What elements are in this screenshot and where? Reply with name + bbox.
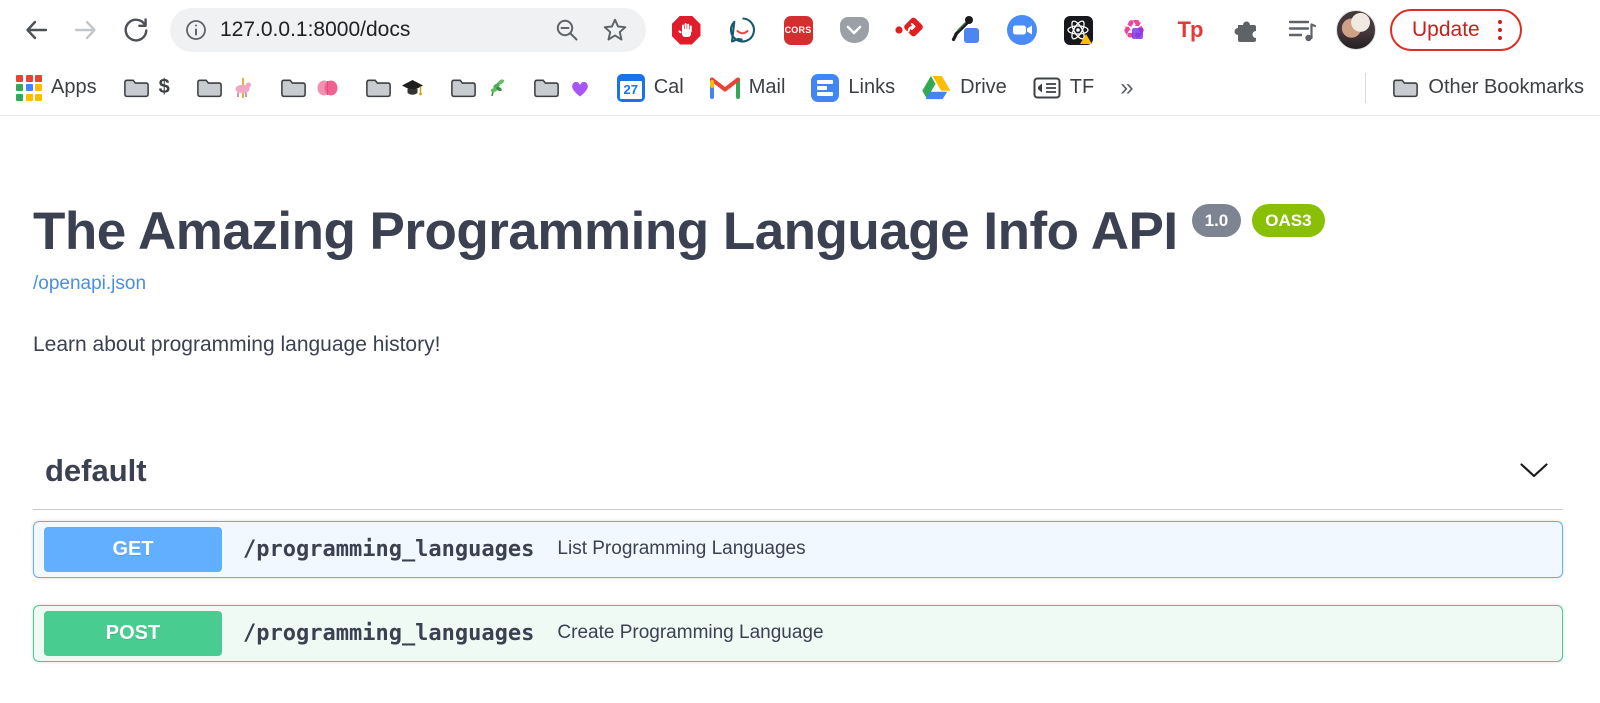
video-camera-icon xyxy=(1006,14,1038,46)
eyedropper-icon xyxy=(951,15,981,45)
diamond-arrow-icon xyxy=(894,15,926,45)
post-method-badge[interactable]: POST xyxy=(44,611,222,656)
tf-favicon xyxy=(1033,77,1061,99)
warning-triangle-icon xyxy=(1080,34,1092,44)
folder-icon xyxy=(280,77,307,98)
carousel-horse-emoji xyxy=(232,77,254,99)
brain-emoji xyxy=(316,78,339,98)
browser-menu-kebab-icon[interactable] xyxy=(1494,16,1507,45)
endpoint-row-get[interactable]: GET /programming_languages List Programm… xyxy=(33,521,1563,578)
version-badge: 1.0 xyxy=(1192,204,1242,237)
zoom-extension-icon[interactable] xyxy=(1006,14,1038,46)
bookmark-folder-graduation[interactable] xyxy=(365,77,424,98)
browser-toolbar: 127.0.0.1:8000/docs xyxy=(0,0,1600,60)
reload-icon xyxy=(122,16,150,44)
forward-button[interactable] xyxy=(64,8,108,52)
bookmark-tf[interactable]: TF xyxy=(1033,76,1094,99)
google-drive-icon xyxy=(921,74,951,101)
openapi-spec-link[interactable]: /openapi.json xyxy=(33,273,146,295)
stop-hand-icon xyxy=(672,16,701,45)
puzzle-piece-icon xyxy=(1232,16,1260,44)
atom-icon xyxy=(1064,16,1093,45)
extensions-puzzle-button[interactable] xyxy=(1230,14,1262,46)
apps-grid-icon xyxy=(16,75,42,101)
recycle-extension-icon[interactable]: ♻ xyxy=(1118,14,1150,46)
get-method-badge[interactable]: GET xyxy=(44,527,222,572)
bookmark-calendar[interactable]: 27 Cal xyxy=(617,74,684,102)
bookmark-links[interactable]: Links xyxy=(811,74,895,102)
oas3-badge: OAS3 xyxy=(1252,204,1324,237)
cors-extension-icon[interactable]: CORS xyxy=(782,14,814,46)
color-eyedropper-extension-icon[interactable] xyxy=(950,14,982,46)
profile-avatar[interactable] xyxy=(1336,10,1376,50)
bookmark-drive[interactable]: Drive xyxy=(921,74,1007,101)
bookmark-folder-purple-heart[interactable] xyxy=(533,77,591,98)
tag-name: default xyxy=(45,453,147,489)
folder-icon xyxy=(123,77,150,98)
tp-extension-icon[interactable]: Tp xyxy=(1174,14,1206,46)
page-title: The Amazing Programming Language Info AP… xyxy=(33,202,1178,263)
media-playlist-button[interactable] xyxy=(1286,14,1318,46)
folder-icon xyxy=(533,77,560,98)
links-list-icon xyxy=(811,74,839,102)
back-button[interactable] xyxy=(14,8,58,52)
chevron-down-icon[interactable] xyxy=(1519,462,1549,479)
pocket-extension-icon[interactable] xyxy=(838,14,870,46)
red-share-extension-icon[interactable] xyxy=(894,14,926,46)
forward-arrow-icon xyxy=(73,17,99,43)
adblock-extension-icon[interactable] xyxy=(670,14,702,46)
extensions-row: CORS xyxy=(670,14,1318,46)
react-devtools-extension-icon[interactable] xyxy=(1062,14,1094,46)
page-info-icon[interactable] xyxy=(184,18,208,42)
bookmarks-divider xyxy=(1365,73,1366,103)
other-bookmarks[interactable]: Other Bookmarks xyxy=(1392,76,1584,99)
folder-icon xyxy=(1392,77,1419,98)
api-description: Learn about programming language history… xyxy=(33,333,1563,357)
pocket-chevron-icon xyxy=(840,17,869,43)
update-label: Update xyxy=(1412,18,1480,42)
endpoint-path: /programming_languages xyxy=(243,537,534,562)
address-bar[interactable]: 127.0.0.1:8000/docs xyxy=(170,8,646,52)
api-badges: 1.0 OAS3 xyxy=(1192,204,1325,237)
bookmark-folder-brain[interactable] xyxy=(280,77,339,98)
bookmarks-bar: Apps $ xyxy=(0,60,1600,116)
purple-heart-emoji xyxy=(569,77,591,98)
bookmark-apps[interactable]: Apps xyxy=(16,75,97,101)
zoom-out-icon[interactable] xyxy=(554,17,580,43)
update-button[interactable]: Update xyxy=(1390,9,1522,51)
folder-icon xyxy=(196,77,223,98)
endpoint-summary: List Programming Languages xyxy=(557,538,805,560)
gmail-icon xyxy=(710,76,740,99)
playlist-music-icon xyxy=(1287,16,1317,44)
swagger-page: The Amazing Programming Language Info AP… xyxy=(0,116,1600,662)
graduation-cap-emoji xyxy=(401,78,424,98)
smile-bubble-icon xyxy=(727,15,758,46)
endpoint-summary: Create Programming Language xyxy=(557,622,823,644)
folder-icon xyxy=(450,77,477,98)
back-arrow-icon xyxy=(23,17,49,43)
google-calendar-icon: 27 xyxy=(617,74,645,102)
reload-button[interactable] xyxy=(114,8,158,52)
endpoint-row-post[interactable]: POST /programming_languages Create Progr… xyxy=(33,605,1563,662)
bookmark-folder-herb[interactable] xyxy=(450,77,507,98)
folder-icon xyxy=(365,77,392,98)
herb-emoji xyxy=(486,77,507,98)
recycle-arrows-icon: ♻ xyxy=(1122,17,1146,44)
url-text[interactable]: 127.0.0.1:8000/docs xyxy=(220,18,554,42)
cors-label: CORS xyxy=(784,16,813,45)
dollar-label: $ xyxy=(159,76,170,99)
bookmark-star-icon[interactable] xyxy=(602,17,628,43)
tp-label: Tp xyxy=(1178,17,1203,43)
chat-bubble-extension-icon[interactable] xyxy=(726,14,758,46)
bookmark-gmail[interactable]: Mail xyxy=(710,76,786,99)
bookmark-folder-dollar[interactable]: $ xyxy=(123,76,170,99)
bookmarks-overflow-chevron[interactable]: » xyxy=(1120,74,1133,102)
endpoint-path: /programming_languages xyxy=(243,621,534,646)
tag-section-default[interactable]: default xyxy=(33,453,1563,510)
bookmark-folder-carousel-horse[interactable] xyxy=(196,77,254,99)
